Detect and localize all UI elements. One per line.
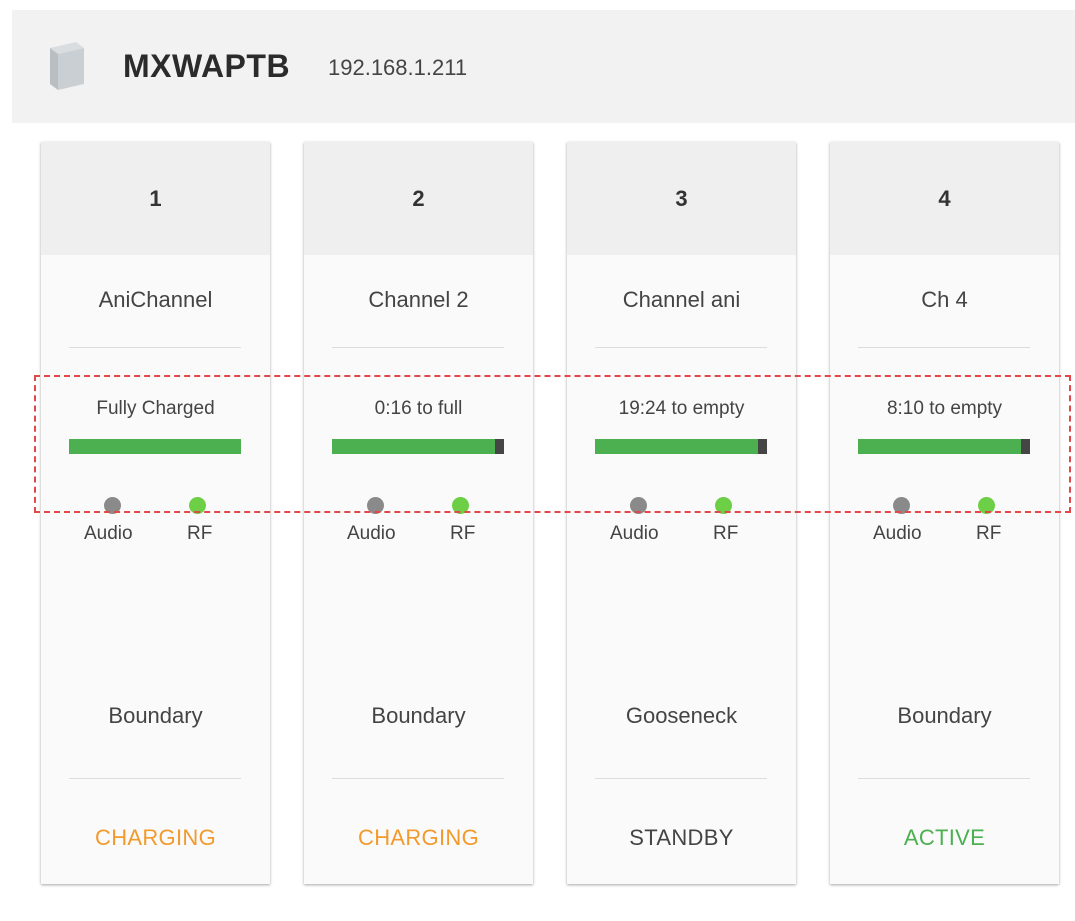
- device-ip: 192.168.1.211: [328, 55, 468, 80]
- divider: [595, 778, 767, 779]
- mic-type: Boundary: [371, 703, 466, 728]
- audio-label: Audio: [84, 523, 133, 544]
- channel-name: Ch 4: [921, 287, 968, 312]
- rf-indicator-icon: [189, 497, 206, 514]
- channel-state: CHARGING: [95, 825, 216, 850]
- rf-indicator-icon: [978, 497, 995, 514]
- audio-indicator-icon: [367, 497, 384, 514]
- channel-card-1[interactable]: 1 AniChannel Fully Charged Audio RF Boundary C…: [41, 142, 270, 884]
- battery-bar-fill: [858, 439, 1022, 454]
- mic-type: Boundary: [897, 703, 992, 728]
- access-point-icon: [50, 42, 84, 90]
- battery-bar: [858, 439, 1030, 454]
- audio-label: Audio: [873, 523, 922, 544]
- mic-type: Boundary: [108, 703, 203, 728]
- battery-bar-fill: [69, 439, 241, 454]
- battery-status-text: 8:10 to empty: [886, 398, 1003, 419]
- battery-bar-fill: [332, 439, 496, 454]
- rf-label: RF: [450, 523, 476, 544]
- divider: [858, 778, 1030, 779]
- battery-status-text: 0:16 to full: [374, 398, 463, 419]
- audio-label: Audio: [347, 523, 396, 544]
- channel-card-header: 3: [567, 142, 796, 255]
- channel-number: 3: [675, 186, 688, 211]
- device-name: MXWAPTB: [123, 48, 291, 84]
- channel-number: 2: [412, 186, 425, 211]
- battery-bar: [595, 439, 767, 454]
- channel-card-header: 2: [304, 142, 533, 255]
- divider: [858, 347, 1030, 348]
- channel-name: Channel 2: [368, 287, 469, 312]
- audio-label: Audio: [610, 523, 659, 544]
- battery-bar: [69, 439, 241, 454]
- audio-indicator-icon: [630, 497, 647, 514]
- channel-card-2[interactable]: 2 Channel 2 0:16 to full Audio RF Boundary CHA…: [304, 142, 533, 884]
- battery-status-text: Fully Charged: [96, 398, 215, 419]
- channel-state: CHARGING: [358, 825, 479, 850]
- divider: [69, 347, 241, 348]
- divider: [69, 778, 241, 779]
- channel-card-header: 4: [830, 142, 1059, 255]
- rf-label: RF: [187, 523, 213, 544]
- channel-name: Channel ani: [622, 287, 741, 312]
- rf-label: RF: [976, 523, 1002, 544]
- battery-bar-fill: [595, 439, 759, 454]
- channel-card-header: 1: [41, 142, 270, 255]
- device-header: MXWAPTB 192.168.1.211: [12, 10, 1075, 123]
- channel-name: AniChannel: [98, 287, 213, 312]
- channel-card-3[interactable]: 3 Channel ani 19:24 to empty Audio RF Goosene…: [567, 142, 796, 884]
- audio-indicator-icon: [893, 497, 910, 514]
- battery-status-text: 19:24 to empty: [618, 398, 745, 419]
- divider: [332, 778, 504, 779]
- channel-card-4[interactable]: 4 Ch 4 8:10 to empty Audio RF Boundary ACTIVE: [830, 142, 1059, 884]
- battery-bar: [332, 439, 504, 454]
- audio-indicator-icon: [104, 497, 121, 514]
- channel-number: 1: [149, 186, 162, 211]
- rf-indicator-icon: [452, 497, 469, 514]
- channel-number: 4: [938, 186, 951, 211]
- divider: [332, 347, 504, 348]
- channel-state: ACTIVE: [903, 825, 986, 850]
- rf-label: RF: [713, 523, 739, 544]
- rf-indicator-icon: [715, 497, 732, 514]
- channel-state: STANDBY: [629, 825, 734, 850]
- mic-type: Gooseneck: [625, 703, 738, 728]
- divider: [595, 347, 767, 348]
